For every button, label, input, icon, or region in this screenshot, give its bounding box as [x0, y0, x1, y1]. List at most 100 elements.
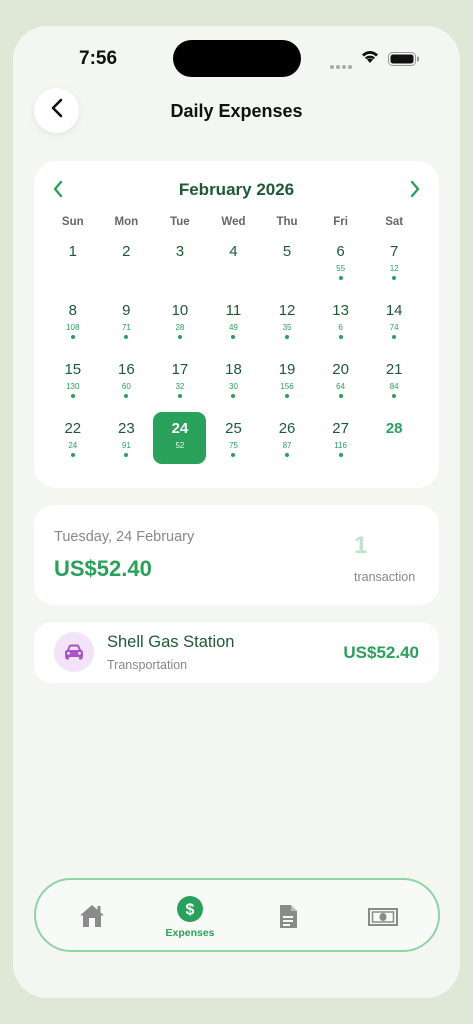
- calendar-day-amount: 84: [389, 382, 399, 391]
- expense-dot-indicator: [338, 453, 343, 457]
- calendar-day-number: 8: [68, 302, 77, 319]
- weekday-label: Fri: [333, 216, 348, 228]
- dollar-icon: $: [176, 895, 204, 928]
- expense-dot-indicator: [70, 394, 75, 398]
- weekday-label: Tue: [170, 216, 190, 228]
- calendar-day-4[interactable]: 4: [207, 235, 261, 287]
- calendar-day-amount: 28: [175, 323, 185, 332]
- calendar-day-11[interactable]: 11 49: [207, 294, 261, 346]
- expense-dot-indicator: [392, 276, 397, 280]
- calendar-day-13[interactable]: 13 6: [314, 294, 368, 346]
- calendar-day-19[interactable]: 19 156: [260, 353, 314, 405]
- summary-date: Tuesday, 24 February: [54, 529, 195, 545]
- calendar-day-2[interactable]: 2: [100, 235, 154, 287]
- calendar-day-17[interactable]: 17 32: [153, 353, 207, 405]
- calendar-day-amount: 55: [336, 264, 346, 273]
- calendar-day-number: 15: [64, 361, 82, 378]
- transaction-category: Transportation: [107, 658, 188, 672]
- calendar-day-number: 25: [225, 420, 242, 437]
- calendar-day-20[interactable]: 20 64: [314, 353, 368, 405]
- calendar-day-26[interactable]: 26 87: [260, 412, 314, 464]
- document-icon: [278, 904, 298, 934]
- expense-dot-indicator: [231, 453, 236, 457]
- expense-dot-indicator: [338, 394, 343, 398]
- calendar-day-number: 21: [385, 361, 403, 378]
- calendar-day-21[interactable]: 21 84: [367, 353, 421, 405]
- calendar-day-3[interactable]: 3: [153, 235, 207, 287]
- calendar-week-row: 8 108 9 71 10 28 11 49 12 35 13 6 14 74: [46, 294, 421, 346]
- calendar-day-23[interactable]: 23 91: [100, 412, 154, 464]
- calendar-day-number: 24: [171, 420, 189, 437]
- expense-dot-indicator: [70, 453, 75, 457]
- weekday-label: Mon: [114, 216, 139, 228]
- calendar-day-15[interactable]: 15 130: [46, 353, 100, 405]
- calendar-month-label: February 2026: [178, 180, 295, 199]
- calendar-day-number: 23: [118, 420, 135, 437]
- nav-expenses-label: Expenses: [165, 927, 215, 939]
- calendar-day-number: 7: [389, 243, 399, 260]
- calendar-day-amount: 130: [66, 382, 80, 391]
- nav-home[interactable]: [52, 880, 132, 950]
- status-time: 7:56: [79, 48, 118, 69]
- calendar-day-18[interactable]: 18 30: [207, 353, 261, 405]
- svg-text:$: $: [186, 902, 195, 919]
- expense-dot-indicator: [70, 335, 75, 339]
- calendar-day-5[interactable]: 5: [260, 235, 314, 287]
- calendar-day-amount: 30: [229, 382, 238, 391]
- calendar-day-10[interactable]: 10 28: [153, 294, 207, 346]
- calendar-day-6[interactable]: 6 55: [314, 235, 368, 287]
- calendar-day-amount: [260, 264, 314, 273]
- expense-dot-indicator: [285, 335, 290, 339]
- dynamic-island: [173, 40, 301, 77]
- calendar-day-7[interactable]: 7 12: [367, 235, 421, 287]
- calendar-day-number: 12: [278, 302, 296, 319]
- calendar-day-22[interactable]: 22 24: [46, 412, 100, 464]
- calendar-day-amount: [46, 264, 100, 273]
- calendar-day-amount: 12: [389, 264, 399, 273]
- transaction-item[interactable]: Shell Gas Station Transportation US$52.4…: [34, 622, 439, 683]
- calendar-day-amount: 91: [121, 441, 131, 450]
- calendar-day-amount: 60: [121, 382, 131, 391]
- calendar-day-9[interactable]: 9 71: [100, 294, 154, 346]
- expense-dot-indicator: [285, 453, 290, 457]
- calendar-day-1[interactable]: 1: [46, 235, 100, 287]
- nav-expenses[interactable]: $ Expenses: [150, 880, 230, 950]
- nav-documents[interactable]: [248, 880, 328, 950]
- weekday-label: Wed: [221, 216, 246, 228]
- battery-icon: [388, 52, 420, 71]
- calendar-day-12[interactable]: 12 35: [260, 294, 314, 346]
- calendar-day-amount: 52: [175, 441, 185, 450]
- transaction-name: Shell Gas Station: [107, 633, 235, 651]
- calendar-day-14[interactable]: 14 74: [367, 294, 421, 346]
- calendar-day-25[interactable]: 25 75: [207, 412, 261, 464]
- calendar-day-number: 1: [68, 243, 77, 260]
- calendar-day-24[interactable]: 24 52: [153, 412, 207, 464]
- calendar-day-28[interactable]: 28: [367, 412, 421, 464]
- expense-dot-indicator: [231, 394, 236, 398]
- calendar-week-row: 22 24 23 91 24 52 25 75 26 87 27 116 28: [46, 412, 421, 464]
- calendar-day-amount: 156: [280, 382, 294, 391]
- banknote-icon: [368, 908, 398, 931]
- transaction-count-label: transaction: [354, 570, 416, 584]
- weekday-label: Thu: [276, 216, 298, 228]
- calendar-day-27[interactable]: 27 116: [314, 412, 368, 464]
- calendar-day-number: 9: [122, 302, 131, 319]
- expense-dot-indicator: [338, 335, 343, 339]
- calendar-day-8[interactable]: 8 108: [46, 294, 100, 346]
- calendar-day-amount: 32: [175, 382, 185, 391]
- calendar-day-amount: [207, 264, 261, 273]
- transaction-amount: US$52.40: [343, 643, 419, 662]
- next-month-button[interactable]: [409, 180, 421, 203]
- expense-dot-indicator: [124, 335, 129, 339]
- calendar-day-16[interactable]: 16 60: [100, 353, 154, 405]
- cellular-signal-icon: [330, 56, 354, 74]
- calendar-day-number: 28: [385, 420, 403, 437]
- car-icon: [54, 632, 94, 672]
- nav-cash[interactable]: [343, 880, 423, 950]
- expense-dot-indicator: [124, 394, 129, 398]
- home-icon: [78, 903, 106, 934]
- calendar-day-amount: 74: [389, 323, 399, 332]
- weekday-label: Sat: [385, 216, 404, 228]
- calendar-day-amount: 6: [338, 323, 343, 332]
- calendar-day-number: 27: [332, 420, 349, 437]
